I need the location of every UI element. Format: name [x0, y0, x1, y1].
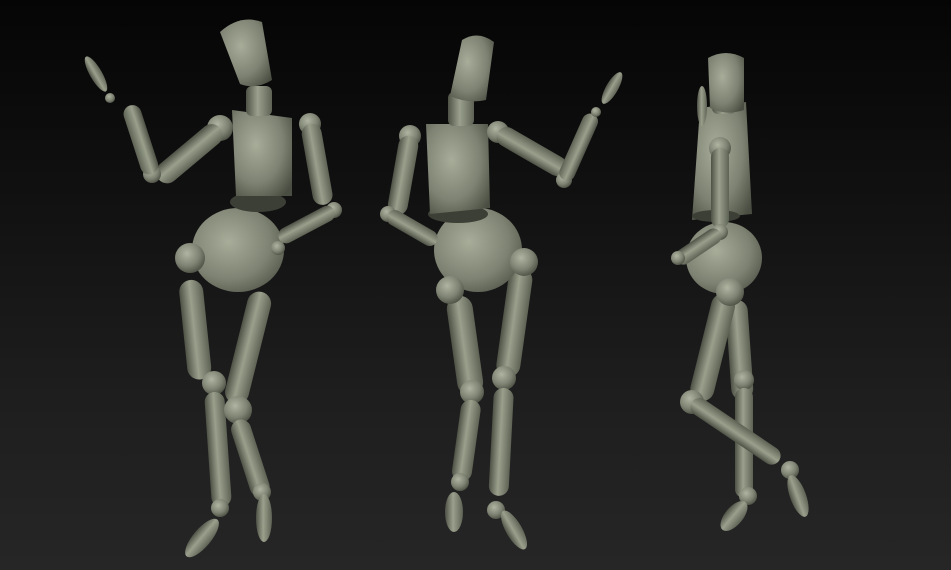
back-torso — [426, 124, 490, 214]
back-raised-arm — [487, 72, 623, 188]
front-chest — [232, 110, 292, 196]
mannequin-figure-front — [84, 19, 342, 558]
mannequin-scene — [84, 19, 809, 558]
side-head — [708, 53, 744, 113]
front-head — [220, 19, 272, 87]
mannequin-figure-side — [671, 53, 809, 531]
front-right-leg — [179, 279, 232, 558]
back-head — [450, 35, 494, 102]
render-viewport — [0, 0, 951, 570]
mannequin-figure-back — [380, 35, 623, 550]
front-left-leg — [224, 291, 272, 542]
front-pelvis — [192, 208, 284, 292]
back-left-leg — [445, 295, 484, 532]
back-right-leg — [487, 267, 533, 550]
front-raised-arm — [84, 56, 233, 184]
